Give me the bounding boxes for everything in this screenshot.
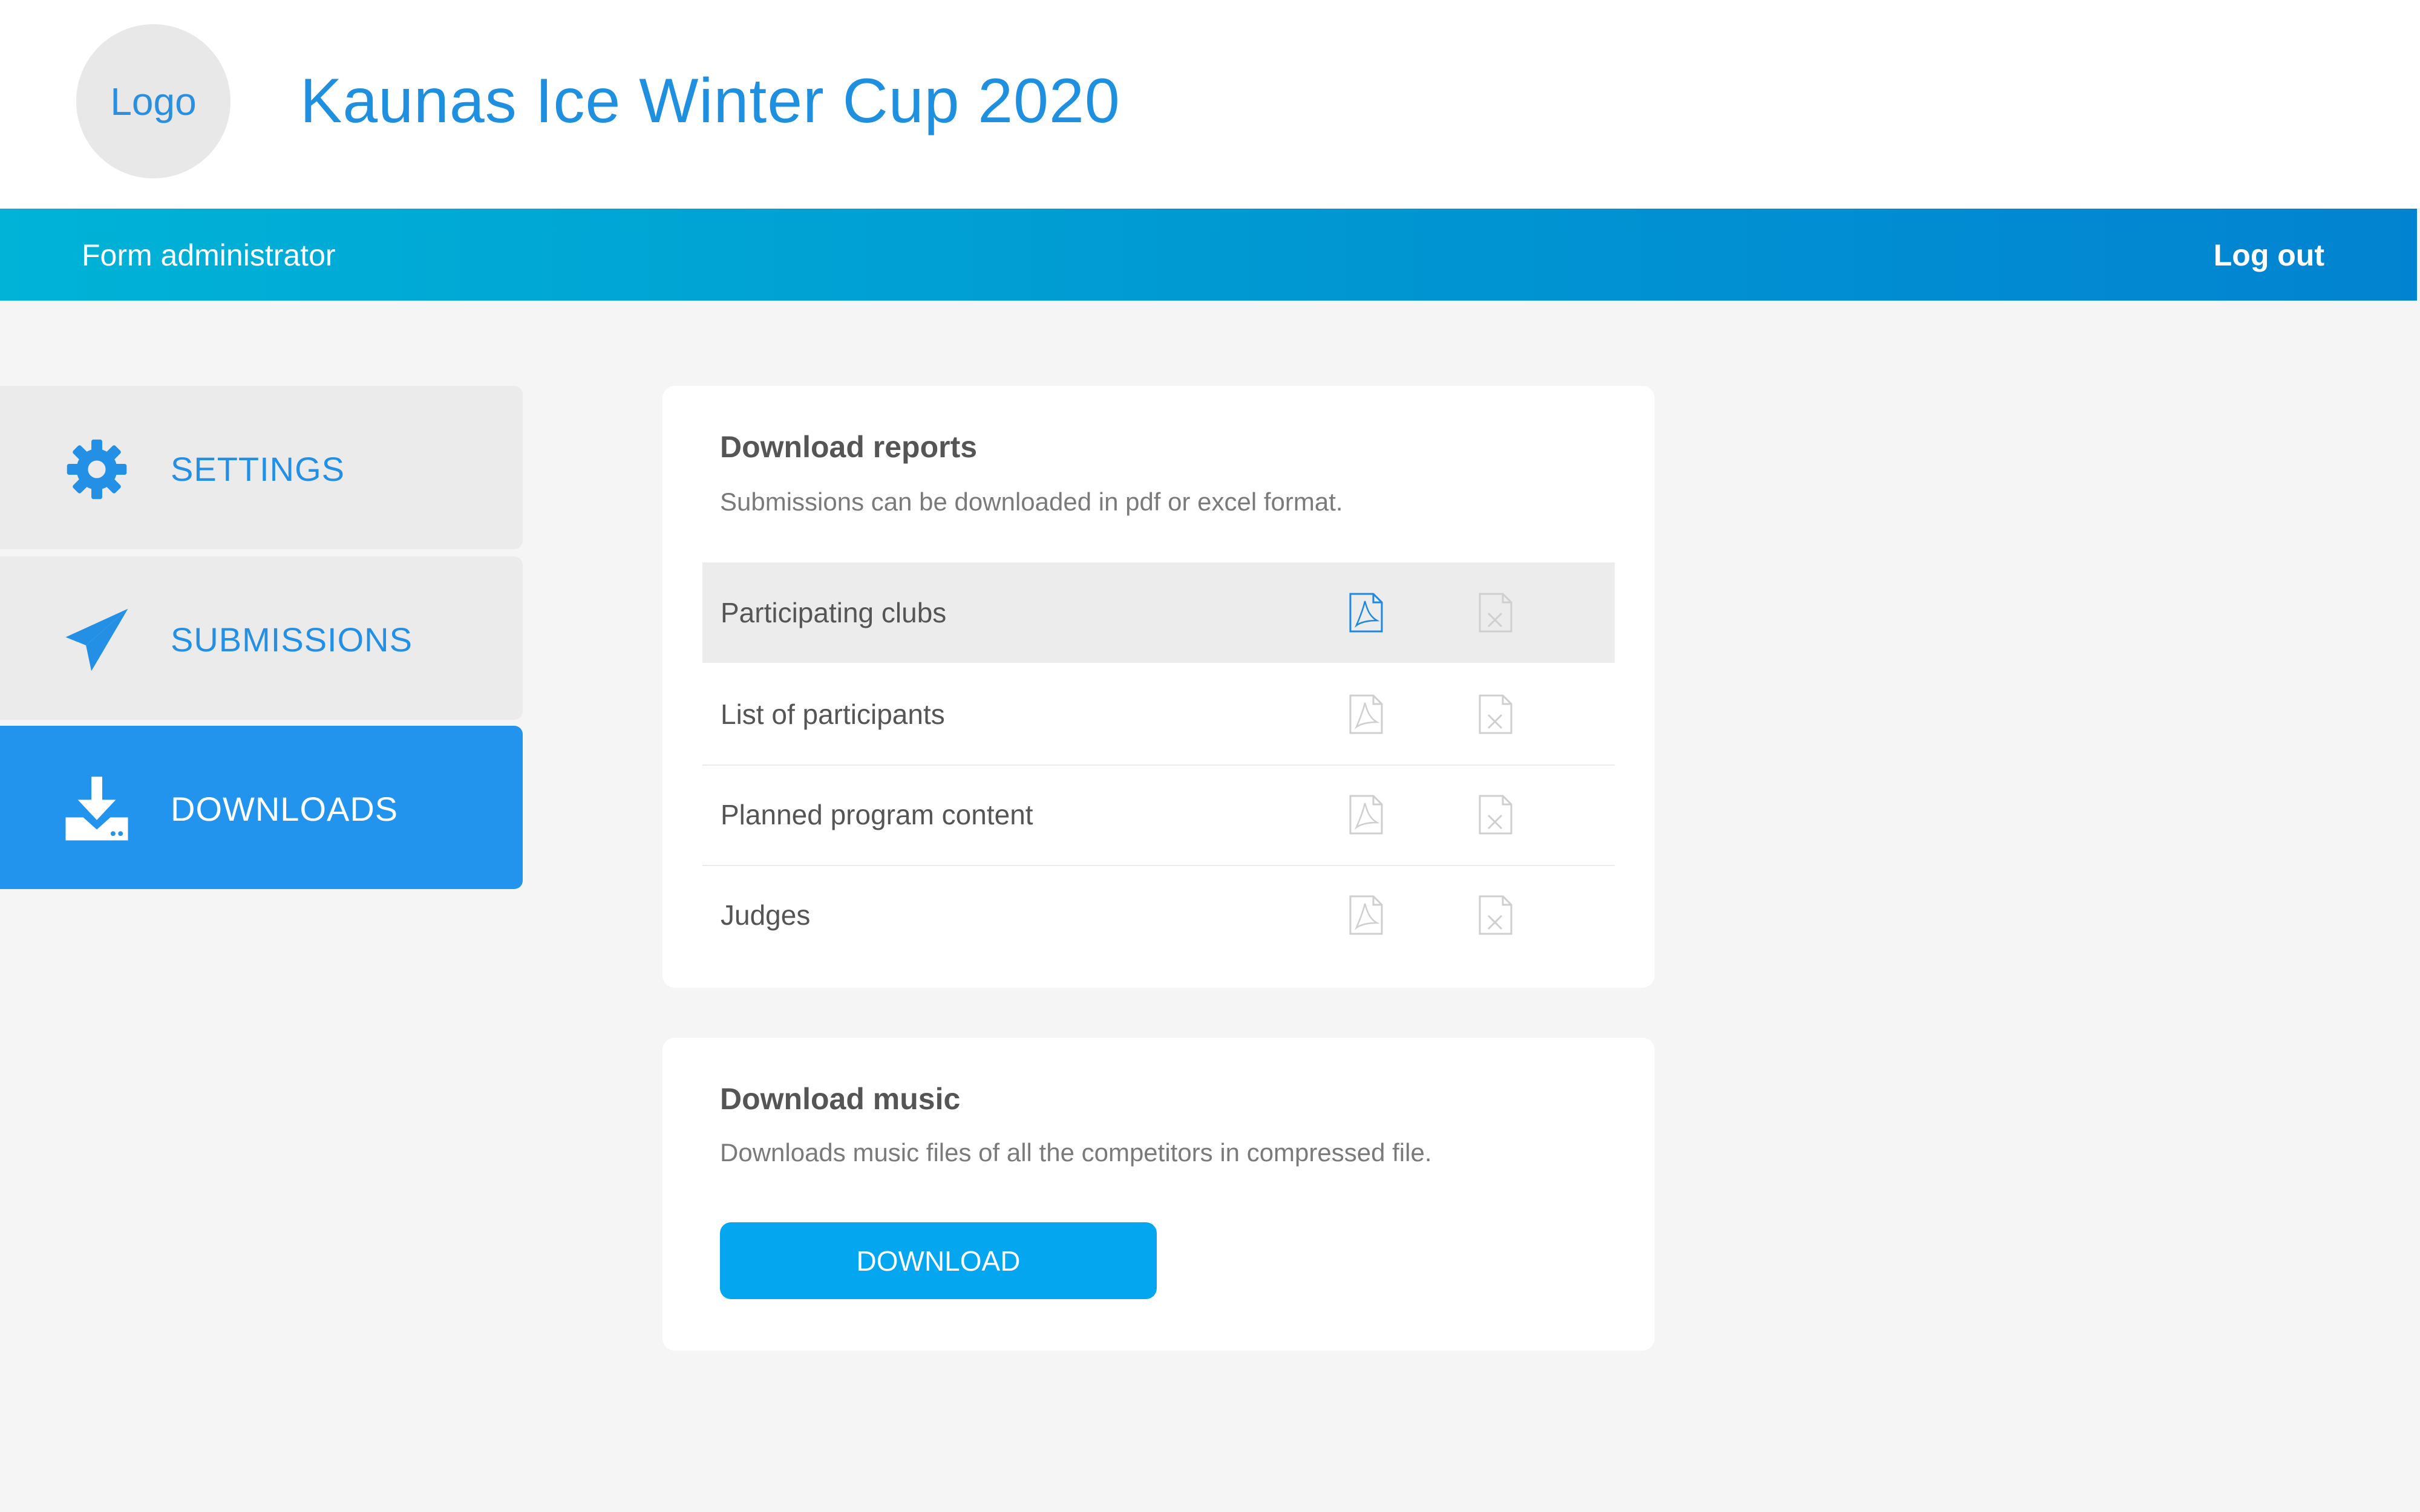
report-row: Judges <box>702 865 1615 965</box>
logout-link[interactable]: Log out <box>2214 238 2324 273</box>
report-row: Planned program content <box>702 764 1615 866</box>
report-row-label: Judges <box>721 899 811 931</box>
sidebar-item-submissions[interactable]: SUBMISSIONS <box>0 556 523 720</box>
sidebar-item-label: DOWNLOADS <box>171 790 399 828</box>
header: Logo Kaunas Ice Winter Cup 2020 <box>0 0 2420 209</box>
excel-icon[interactable] <box>1477 694 1514 734</box>
download-music-button[interactable]: DOWNLOAD <box>720 1222 1157 1299</box>
sidebar-item-downloads[interactable]: DOWNLOADS <box>0 726 523 889</box>
download-icon <box>65 777 128 841</box>
card-subtitle: Submissions can be downloaded in pdf or … <box>720 487 1343 516</box>
report-row-label: Planned program content <box>721 799 1033 830</box>
excel-icon[interactable] <box>1477 593 1514 633</box>
pdf-icon[interactable] <box>1348 795 1384 835</box>
report-row-label: Participating clubs <box>721 597 947 628</box>
card-title: Download reports <box>720 430 978 464</box>
top-navbar: Form administrator Log out <box>0 209 2417 301</box>
report-row-label: List of participants <box>721 699 945 730</box>
download-music-card: Download music Downloads music files of … <box>662 1038 1655 1351</box>
sidebar-item-label: SETTINGS <box>171 450 345 488</box>
card-title: Download music <box>720 1082 961 1116</box>
pdf-icon[interactable] <box>1348 694 1384 734</box>
report-row: Participating clubs <box>702 562 1615 663</box>
logo-text: Logo <box>110 79 197 123</box>
report-row: List of participants <box>702 664 1615 766</box>
paper-plane-icon <box>65 608 128 671</box>
sidebar-item-settings[interactable]: SETTINGS <box>0 386 523 549</box>
pdf-icon[interactable] <box>1348 593 1384 633</box>
logo: Logo <box>76 24 231 178</box>
card-subtitle: Downloads music files of all the competi… <box>720 1138 1432 1167</box>
excel-icon[interactable] <box>1477 895 1514 935</box>
user-role: Form administrator <box>82 238 336 272</box>
gear-icon <box>67 439 127 500</box>
page-title: Kaunas Ice Winter Cup 2020 <box>300 66 1120 136</box>
download-reports-card: Download reports Submissions can be down… <box>662 386 1655 988</box>
pdf-icon[interactable] <box>1348 895 1384 935</box>
sidebar-item-label: SUBMISSIONS <box>171 621 413 659</box>
excel-icon[interactable] <box>1477 795 1514 835</box>
